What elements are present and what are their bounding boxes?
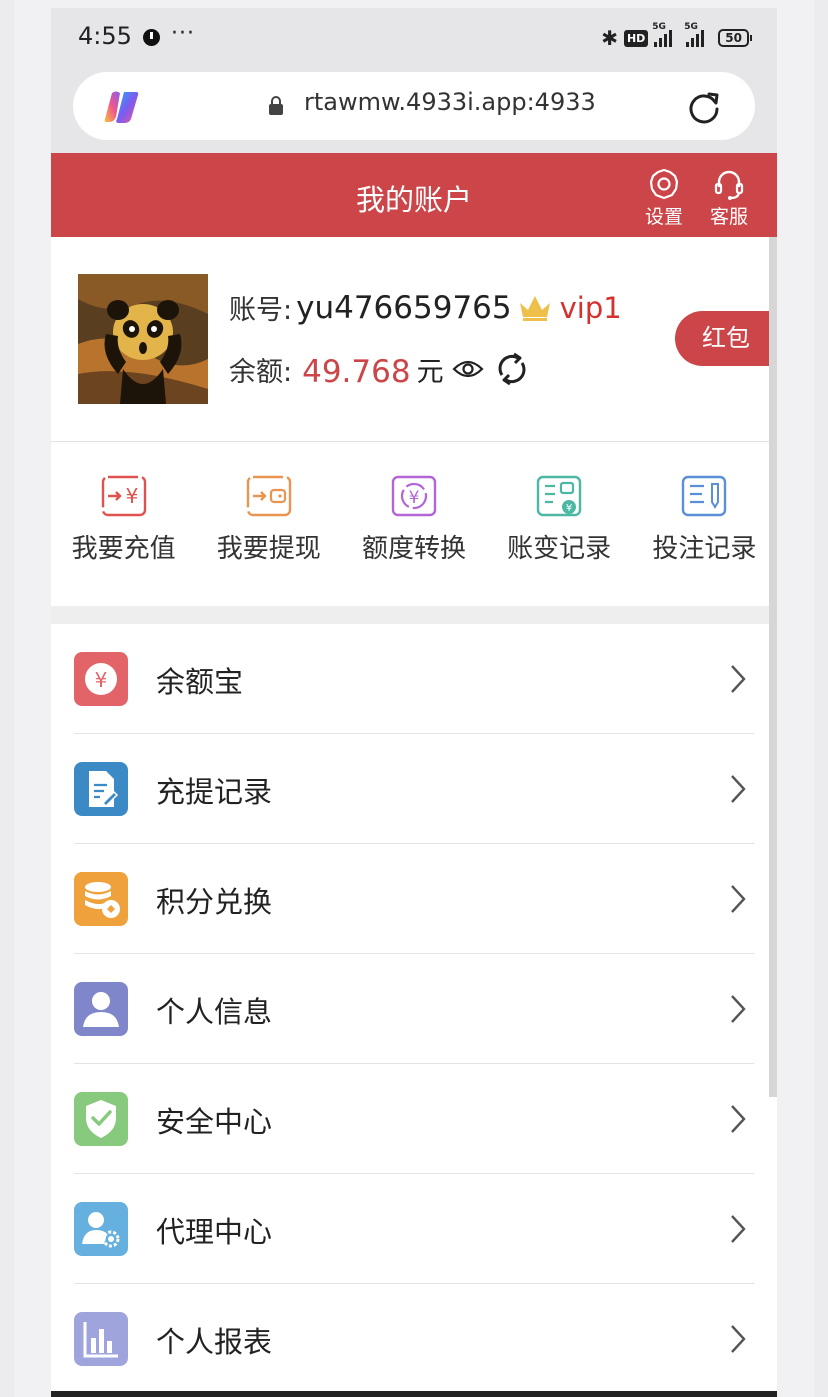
menu-item-deposit-withdraw-records[interactable]: 充提记录 [51, 734, 777, 844]
quick-action-transfer[interactable]: ¥ 额度转换 [341, 474, 486, 584]
app-header: 我的账户 设置 客服 [51, 153, 777, 237]
gear-icon [649, 168, 679, 200]
menu-item-label: 个人报表 [156, 1325, 273, 1359]
balance-label: 余额: [229, 356, 293, 388]
customer-service-button[interactable]: 客服 [705, 167, 753, 229]
chevron-right-icon [731, 1105, 746, 1133]
status-bar: 4:55 ··· ✱ HD 5G 5G 50 [51, 8, 777, 66]
quick-actions: ¥ 我要充值 我要提现 ¥ 额度转换 ¥ 账变记录 投注记录 [51, 474, 777, 584]
menu-item-agent-center[interactable]: 代理中心 [51, 1174, 777, 1284]
quick-action-label: 我要充值 [71, 534, 176, 564]
left-gutter [0, 0, 14, 1397]
svg-text:¥: ¥ [566, 503, 572, 514]
record-icon [74, 762, 128, 816]
url-text[interactable]: rtawmw.4933i.app:4933 [304, 88, 596, 116]
settings-label: 设置 [644, 206, 683, 228]
hd-badge: HD [623, 29, 649, 47]
agent-icon [74, 1202, 128, 1256]
menu-item-label: 积分兑换 [156, 885, 273, 919]
quick-action-label: 额度转换 [361, 534, 466, 564]
status-indicators: ✱ HD 5G 5G 50 [601, 22, 752, 50]
menu-item-label: 充提记录 [156, 775, 273, 809]
menu-item-label: 余额宝 [156, 665, 244, 699]
menu-item-security-center[interactable]: 安全中心 [51, 1064, 777, 1174]
menu-item-label: 代理中心 [156, 1215, 273, 1249]
eye-icon[interactable] [452, 358, 484, 380]
quick-action-label: 我要提现 [216, 534, 321, 564]
menu-item-yuebao[interactable]: ¥ 余额宝 [51, 624, 777, 734]
avatar[interactable] [78, 274, 208, 404]
account-line: 账号: yu476659765 vip1 [229, 288, 622, 327]
signal-icon-1: 5G [652, 22, 673, 47]
battery-icon: 50 [718, 29, 752, 47]
settings-button[interactable]: 设置 [640, 167, 688, 229]
recharge-icon: ¥ [101, 475, 146, 517]
address-bar[interactable]: rtawmw.4933i.app:4933 [73, 72, 755, 140]
balance-line: 余额: 49.768 元 [229, 348, 530, 390]
quick-action-label: 投注记录 [652, 534, 757, 564]
lock-icon [269, 96, 283, 115]
withdraw-icon [246, 475, 291, 517]
chevron-right-icon [731, 665, 746, 693]
yuebao-icon: ¥ [74, 652, 128, 706]
menu-item-points-exchange[interactable]: 积分兑换 [51, 844, 777, 954]
points-icon [74, 872, 128, 926]
divider [51, 441, 777, 442]
bluetooth-icon: ✱ [601, 26, 618, 50]
crown-icon [519, 295, 550, 321]
account-username: yu476659765 [296, 289, 512, 326]
status-time: 4:55 [78, 22, 132, 50]
copilot-icon[interactable] [103, 89, 141, 125]
quick-action-recharge[interactable]: ¥ 我要充值 [51, 474, 196, 584]
headset-icon [714, 170, 744, 200]
chevron-right-icon [731, 885, 746, 913]
menu-list: ¥ 余额宝 充提记录 积分兑换 个人信息 安全中心 代理中心 个人报表 [51, 624, 777, 1394]
quick-action-bet-record[interactable]: 投注记录 [632, 474, 777, 584]
bet-record-icon [682, 475, 727, 517]
svg-text:¥: ¥ [125, 484, 138, 508]
shield-icon [74, 1092, 128, 1146]
notification-icon [143, 29, 160, 46]
bottom-nav-bar [51, 1391, 777, 1397]
red-packet-button[interactable]: 红包 [675, 311, 777, 366]
quick-action-withdraw[interactable]: 我要提现 [196, 474, 341, 584]
account-label: 账号: [229, 295, 293, 326]
menu-item-label: 个人信息 [156, 995, 273, 1029]
chevron-right-icon [731, 1325, 746, 1353]
vip-level: vip1 [559, 290, 622, 325]
transfer-icon: ¥ [391, 475, 437, 517]
svg-text:¥: ¥ [95, 668, 108, 692]
right-gutter [814, 0, 828, 1397]
chevron-right-icon [731, 775, 746, 803]
menu-item-personal-report[interactable]: 个人报表 [51, 1284, 777, 1394]
chevron-right-icon [731, 995, 746, 1023]
menu-item-label: 安全中心 [156, 1105, 273, 1139]
section-divider [51, 606, 777, 624]
chevron-right-icon [731, 1215, 746, 1243]
signal-icon-2: 5G [684, 22, 705, 47]
refresh-balance-icon[interactable] [494, 351, 530, 387]
phone-screen: 4:55 ··· ✱ HD 5G 5G 50 rtawmw.4933i.app:… [51, 8, 777, 1397]
ledger-icon: ¥ [536, 475, 582, 517]
reload-icon[interactable] [687, 90, 721, 124]
scrollbar[interactable] [769, 237, 777, 1097]
report-icon [74, 1312, 128, 1366]
more-notifications-icon: ··· [171, 21, 195, 46]
menu-item-personal-info[interactable]: 个人信息 [51, 954, 777, 1064]
balance-value: 49.768 [302, 354, 411, 390]
currency-unit: 元 [416, 356, 444, 388]
quick-action-ledger[interactable]: ¥ 账变记录 [487, 474, 632, 584]
service-label: 客服 [709, 206, 748, 228]
svg-text:¥: ¥ [409, 488, 420, 508]
quick-action-label: 账变记录 [507, 534, 612, 564]
person-icon [74, 982, 128, 1036]
